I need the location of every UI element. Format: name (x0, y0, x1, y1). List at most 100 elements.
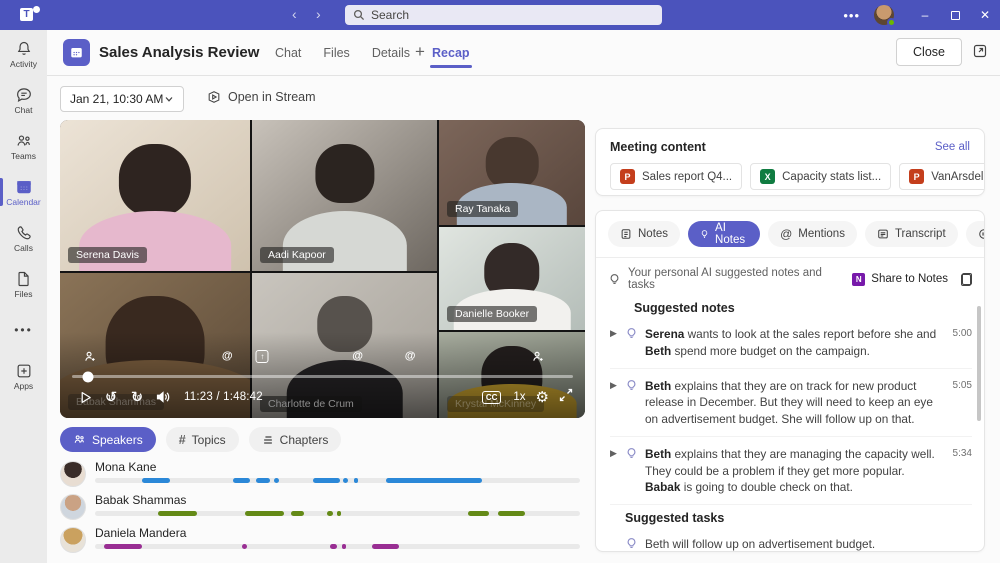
file-icon (15, 270, 33, 288)
video-tile-danielle: Danielle Booker (439, 227, 585, 330)
expand-caret-icon[interactable]: ▶ (610, 378, 618, 393)
tab-transcript[interactable]: Transcript (865, 221, 958, 247)
filter-chapters[interactable]: Chapters (249, 427, 342, 452)
playback-time: 11:23 / 1:48:42 (184, 391, 263, 403)
see-all-link[interactable]: See all (935, 141, 970, 153)
share-marker-icon[interactable]: ↑ (256, 350, 269, 363)
sidebar-item-more[interactable]: ••• (0, 308, 47, 352)
recording-video-player[interactable]: Serena Davis Aadi Kapoor Ray Tanaka Dani… (60, 120, 585, 418)
lightbulb-icon (625, 447, 638, 460)
stream-icon (207, 90, 221, 104)
more-options-icon[interactable]: ••• (843, 8, 860, 23)
play-button[interactable] (72, 384, 98, 410)
sidebar-item-apps[interactable]: Apps (0, 354, 47, 398)
suggested-note[interactable]: ▶ Serena wants to look at the sales repo… (610, 323, 972, 369)
file-chip[interactable]: P Sales report Q4... (610, 163, 742, 190)
header-divider (47, 75, 1000, 76)
suggested-task[interactable]: Beth will follow up on advertisement bud… (625, 533, 972, 552)
excel-file-icon: X (760, 169, 775, 184)
ai-banner-text: Your personal AI suggested notes and tas… (628, 267, 845, 291)
tab-ai-notes[interactable]: AI Notes (688, 221, 760, 247)
sidebar-item-files[interactable]: Files (0, 262, 47, 306)
ai-banner: Your personal AI suggested notes and tas… (608, 267, 972, 291)
suggested-tasks-heading: Suggested tasks (625, 511, 972, 525)
speaker-marker-icon[interactable] (531, 350, 544, 366)
tab-files[interactable]: Files (323, 46, 349, 68)
calendar-icon (15, 178, 33, 196)
mention-marker-icon[interactable]: @ (352, 350, 363, 362)
lightbulb-icon (625, 537, 638, 550)
suggested-note[interactable]: ▶ Beth explains that they are on track f… (610, 375, 972, 437)
settings-gear-icon[interactable]: ⚙ (536, 388, 549, 406)
speaker-marker-icon[interactable] (83, 350, 96, 366)
search-placeholder: Search (371, 8, 409, 22)
meeting-tabs: Chat Files Details Recap (275, 46, 470, 68)
speaker-timeline[interactable] (95, 544, 580, 549)
seek-knob[interactable] (83, 371, 94, 382)
presence-available-icon (887, 18, 896, 27)
expand-caret-icon[interactable]: ▶ (610, 326, 618, 341)
sidebar-item-calls[interactable]: Calls (0, 216, 47, 260)
add-tab-button[interactable]: + (415, 42, 425, 62)
copy-icon[interactable] (961, 273, 972, 286)
tab-details[interactable]: Details (372, 46, 410, 68)
mention-marker-icon[interactable]: @ (222, 350, 233, 362)
forward-10-button[interactable]: ↻10 (124, 384, 150, 410)
search-input[interactable]: Search (345, 5, 662, 25)
notes-icon (620, 228, 632, 240)
app-sidebar: Activity Chat Teams Calendar Calls Files… (0, 30, 47, 563)
sidebar-item-teams[interactable]: Teams (0, 124, 47, 168)
tab-chat[interactable]: Chat (275, 46, 301, 68)
avatar (60, 494, 86, 520)
share-to-notes-button[interactable]: N Share to Notes (852, 273, 948, 286)
user-avatar[interactable] (874, 5, 894, 25)
filter-speakers[interactable]: Speakers (60, 427, 156, 452)
main-region: Sales Analysis Review Chat Files Details… (47, 30, 1000, 563)
speaker-name: Mona Kane (95, 460, 156, 474)
sidebar-item-calendar[interactable]: Calendar (0, 170, 47, 214)
tab-notes[interactable]: Notes (608, 221, 680, 247)
transcript-icon (877, 228, 889, 240)
sidebar-item-activity[interactable]: Activity (0, 32, 47, 76)
forward-icon[interactable]: › (316, 4, 321, 24)
popout-icon[interactable] (972, 43, 988, 64)
speaker-timeline[interactable] (95, 478, 580, 483)
playback-speed-button[interactable]: 1x (513, 391, 525, 403)
seek-bar[interactable] (72, 375, 573, 378)
closed-captions-button[interactable]: CC (482, 391, 502, 404)
lightbulb-icon (700, 228, 709, 240)
tab-mentions[interactable]: @ Mentions (768, 221, 857, 247)
suggested-note[interactable]: ▶ Beth explains that they are managing t… (610, 443, 972, 505)
file-chip[interactable]: P VanArsdelPitchDe... (899, 163, 985, 190)
note-timestamp[interactable]: 5:00 (948, 328, 972, 339)
volume-button[interactable] (150, 384, 176, 410)
sidebar-item-chat[interactable]: Chat (0, 78, 47, 122)
note-timestamp[interactable]: 5:34 (948, 448, 972, 459)
people-icon (73, 433, 86, 446)
note-timestamp[interactable]: 5:05 (948, 380, 972, 391)
speaker-timeline[interactable] (95, 511, 580, 516)
close-window-button[interactable]: ✕ (970, 0, 1000, 30)
close-button[interactable]: Close (896, 38, 962, 66)
task-text: Beth will follow up on advertisement bud… (645, 536, 972, 552)
maximize-button[interactable] (940, 0, 970, 30)
rewind-10-button[interactable]: ↺10 (98, 384, 124, 410)
panel-scrollbar[interactable] (977, 306, 981, 421)
timeline-markers: @ ↑ @ @ (72, 350, 573, 366)
filter-topics[interactable]: # Topics (166, 427, 239, 452)
open-in-stream-button[interactable]: Open in Stream (207, 90, 316, 104)
recap-filters: Speakers # Topics Chapters (60, 427, 341, 452)
back-icon[interactable]: ‹ (292, 4, 297, 24)
participant-name-label: Aadi Kapoor (260, 247, 334, 263)
recording-date-dropdown[interactable]: Jan 21, 10:30 AM (60, 86, 184, 112)
minimize-button[interactable]: – (910, 0, 940, 30)
tab-recap[interactable]: Recap (432, 46, 470, 68)
mention-marker-icon[interactable]: @ (405, 350, 416, 362)
file-chip[interactable]: X Capacity stats list... (750, 163, 891, 190)
notes-panel-card: Notes AI Notes @ Mentions Transcript Cha… (595, 210, 985, 552)
tab-chat[interactable]: Chat (966, 221, 985, 247)
note-text: Beth explains that they are on track for… (645, 378, 941, 428)
fullscreen-button[interactable] (559, 388, 573, 407)
bell-icon (15, 40, 33, 58)
expand-caret-icon[interactable]: ▶ (610, 446, 618, 461)
